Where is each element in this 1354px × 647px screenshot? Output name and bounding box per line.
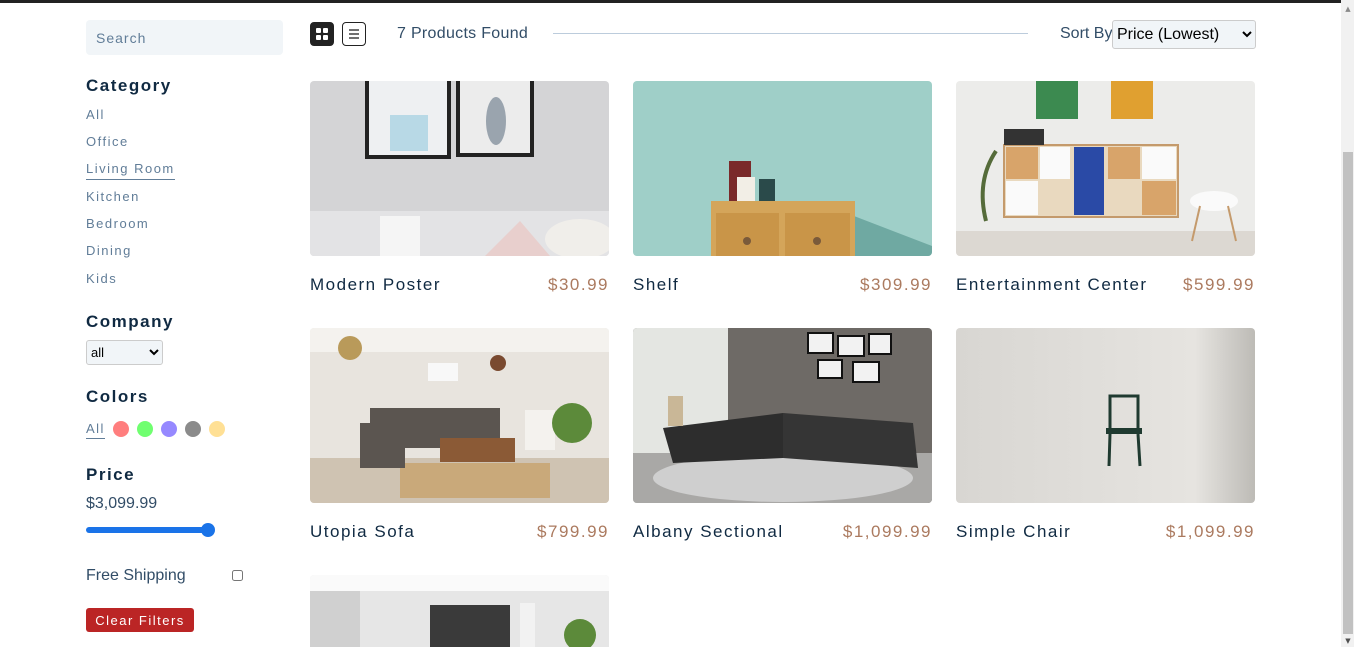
grid-icon [311,28,333,48]
price-slider-track[interactable] [86,527,212,533]
product-name: Albany Sectional [633,522,784,541]
category-heading: Category [86,76,172,95]
colors-heading: Colors [86,387,149,406]
company-select[interactable]: all [86,340,163,365]
list-icon [343,29,365,48]
product-image-utopia-sofa[interactable] [310,328,609,503]
sort-select[interactable]: Price (Lowest) [1112,20,1256,49]
free-shipping-label: Free Shipping [86,567,186,584]
price-slider-thumb[interactable] [201,523,215,537]
price-heading: Price [86,465,136,484]
top-border [0,0,1341,3]
clear-filters-button[interactable]: Clear Filters [86,608,194,632]
color-swatch-purple[interactable] [161,421,177,437]
search-input[interactable] [86,20,283,55]
price-value: $3,099.99 [86,495,158,512]
product-name: Modern Poster [310,275,441,294]
scrollbar-thumb[interactable] [1343,152,1353,634]
product-image-modern-poster[interactable] [310,81,609,256]
category-bedroom[interactable]: Bedroom [86,216,149,234]
product-name: Utopia Sofa [310,522,416,541]
sort-label: Sort By [1060,25,1113,42]
category-office[interactable]: Office [86,134,129,152]
product-image-shelf[interactable] [633,81,932,256]
product-image-simple-chair[interactable] [956,328,1255,503]
color-all-button[interactable]: All [86,421,105,439]
product-price: $799.99 [537,522,609,541]
product-price: $1,099.99 [842,522,932,541]
company-heading: Company [86,312,174,331]
product-price: $1,099.99 [1165,522,1255,541]
color-swatch-yellow[interactable] [209,421,225,437]
color-swatch-green[interactable] [137,421,153,437]
product-price: $30.99 [548,275,609,294]
category-kids[interactable]: Kids [86,271,117,289]
product-price: $599.99 [1183,275,1255,294]
scroll-down-icon[interactable]: ▼ [1343,636,1353,646]
scroll-up-icon[interactable]: ▲ [1343,4,1353,14]
product-name: Entertainment Center [956,275,1148,294]
toolbar-divider [553,33,1028,34]
color-swatch-red[interactable] [113,421,129,437]
category-all[interactable]: All [86,107,105,125]
list-view-button[interactable] [342,22,366,46]
category-dining[interactable]: Dining [86,243,132,261]
product-image-entertainment-center[interactable] [956,81,1255,256]
product-price: $309.99 [860,275,932,294]
grid-view-button[interactable] [310,22,334,46]
category-living-room[interactable]: Living Room [86,161,175,180]
product-name: Simple Chair [956,522,1072,541]
product-image-partial[interactable] [310,575,609,647]
product-image-albany-sectional[interactable] [633,328,932,503]
products-count: 7 Products Found [397,25,529,42]
category-kitchen[interactable]: Kitchen [86,189,140,207]
color-swatch-gray[interactable] [185,421,201,437]
product-name: Shelf [633,275,680,294]
free-shipping-checkbox[interactable] [232,570,243,581]
